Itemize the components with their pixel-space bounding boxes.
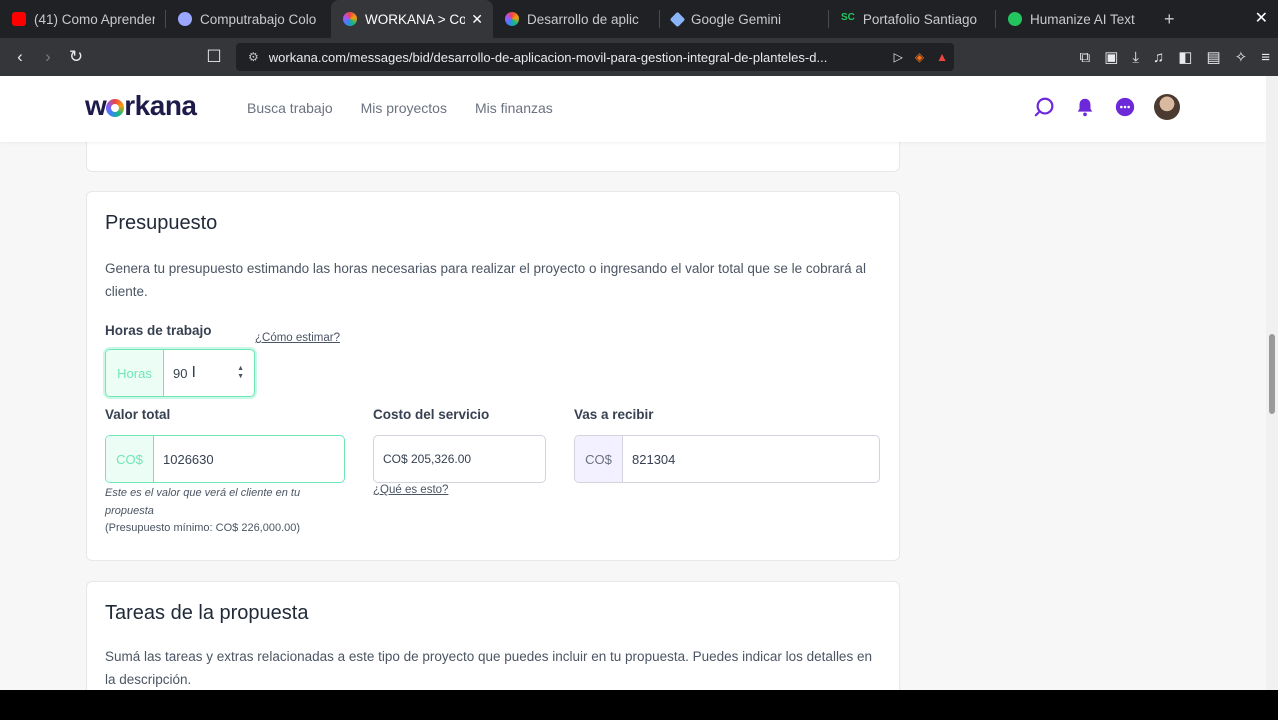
budget-card: Presupuesto Genera tu presupuesto estima… (86, 191, 900, 561)
search-icon[interactable] (1034, 96, 1056, 118)
back-arrow-icon[interactable]: ‹ (6, 47, 34, 67)
logo-ring-icon (106, 99, 125, 117)
browser-toolbar: ‹ › ↻ ☐ ⚙ workana.com/messages/bid/desar… (0, 38, 1278, 76)
notification-bell-icon[interactable] (1074, 96, 1096, 118)
receive-label: Vas a recibir (574, 407, 654, 422)
close-tab-icon[interactable]: ✕ (471, 11, 483, 28)
budget-description: Genera tu presupuesto estimando las hora… (105, 261, 866, 299)
browser-tab[interactable]: Google Gemini (660, 0, 828, 38)
sc-icon: SC (841, 12, 855, 23)
site-settings-icon[interactable]: ⚙ (248, 50, 259, 64)
total-value-field[interactable]: CO$ 1026630 (105, 435, 345, 483)
browser-tab-active[interactable]: WORKANA > Co ✕ (331, 0, 493, 38)
workana-logo[interactable]: w rkana (85, 90, 197, 122)
browser-tab[interactable]: (41) Como Aprender (0, 0, 165, 38)
play-icon[interactable]: ▷ (894, 50, 903, 64)
hours-value[interactable]: 90 (173, 366, 187, 381)
browser-tab[interactable]: Desarrollo de aplic (493, 0, 659, 38)
budget-title: Presupuesto (105, 212, 218, 234)
tasks-title: Tareas de la propuesta (105, 602, 309, 624)
total-note-text: Este es el valor que verá el cliente en … (105, 487, 301, 517)
text-cursor-icon: I (191, 364, 196, 381)
service-cost-field: CO$ 205,326.00 (373, 435, 546, 483)
tab-title: WORKANA > Co (365, 11, 466, 27)
tab-title: Portafolio Santiago (862, 11, 977, 27)
total-note: Este es el valor que verá el cliente en … (105, 484, 335, 520)
hours-prefix: Horas (106, 350, 164, 396)
stepper-down-icon[interactable]: ▼ (237, 373, 244, 381)
browser-tab[interactable]: SC Portafolio Santiago (829, 0, 995, 38)
sidebar-icon[interactable]: ◧ (1178, 48, 1192, 66)
toolbar-actions: ⧉ ▣ ⤓ ♫ ◧ ▤ ✧ ≡ (1079, 38, 1270, 76)
user-avatar[interactable] (1154, 94, 1180, 120)
computrabajo-icon (178, 12, 192, 26)
wallet-icon[interactable]: ▤ (1206, 48, 1220, 66)
bookmark-icon[interactable]: ☐ (200, 47, 228, 67)
hours-field[interactable]: Horas 90 I ▲ ▼ (105, 349, 255, 397)
browser-tab[interactable]: Humanize AI Text (996, 0, 1156, 38)
tasks-card: Tareas de la propuesta Sumá las tareas y… (86, 581, 900, 690)
service-cost-label: Costo del servicio (373, 407, 490, 422)
brave-shield-icon[interactable]: ◈ (915, 50, 924, 64)
page-scrollbar[interactable] (1266, 76, 1278, 690)
stepper-up-icon[interactable]: ▲ (237, 365, 244, 373)
browser-tab-bar: (41) Como Aprender Computrabajo Colo WOR… (0, 0, 1278, 38)
how-to-estimate-link[interactable]: ¿Cómo estimar? (255, 332, 340, 344)
tab-title: (41) Como Aprender (34, 11, 155, 27)
address-bar[interactable]: ⚙ workana.com/messages/bid/desarrollo-de… (236, 43, 954, 71)
site-header: w rkana Busca trabajo Mis proyectos Mis f… (0, 76, 1266, 142)
youtube-icon (12, 12, 26, 26)
chat-icon[interactable] (1114, 96, 1136, 118)
new-tab-icon[interactable]: + (1164, 9, 1175, 30)
service-cost-value: CO$ 205,326.00 (383, 452, 472, 466)
hours-label: Horas de trabajo (105, 323, 212, 338)
download-icon[interactable]: ⤓ (1132, 49, 1139, 66)
url-text[interactable]: workana.com/messages/bid/desarrollo-de-a… (269, 50, 888, 65)
forward-arrow-icon[interactable]: › (34, 47, 62, 67)
tasks-description: Sumá las tareas y extras relacionadas a … (105, 649, 872, 687)
humanize-icon (1008, 12, 1022, 26)
hours-stepper[interactable]: ▲ ▼ (237, 350, 254, 396)
web-page: Presupuesto Genera tu presupuesto estima… (0, 76, 1266, 690)
tab-title: Google Gemini (691, 11, 782, 27)
receive-field[interactable]: CO$ 821304 (574, 435, 880, 483)
header-icons (1034, 94, 1180, 120)
main-nav: Busca trabajo Mis proyectos Mis finanzas (247, 100, 553, 116)
leo-ai-icon[interactable]: ✧ (1235, 48, 1248, 66)
hours-input[interactable]: 90 I (164, 350, 237, 396)
reload-icon[interactable]: ↻ (62, 47, 90, 67)
window-close-icon[interactable]: ✕ (1255, 8, 1268, 28)
scrollbar-thumb[interactable] (1269, 334, 1275, 414)
extensions-icon[interactable]: ⧉ (1079, 49, 1090, 66)
tab-title: Computrabajo Colo (200, 11, 317, 27)
media-icon[interactable]: ♫ (1153, 49, 1164, 66)
minimum-budget-text: (Presupuesto mínimo: CO$ 226,000.00) (105, 522, 301, 534)
menu-icon[interactable]: ≡ (1261, 49, 1270, 66)
workana-icon (505, 12, 519, 26)
receive-value-input[interactable]: 821304 (623, 436, 879, 482)
browser-tab[interactable]: Computrabajo Colo (166, 0, 331, 38)
nav-my-projects[interactable]: Mis proyectos (361, 100, 447, 116)
brave-rewards-icon[interactable]: ▲ (936, 50, 948, 64)
total-label: Valor total (105, 407, 171, 422)
nav-find-work[interactable]: Busca trabajo (247, 100, 333, 116)
what-is-this-link[interactable]: ¿Qué es esto? (373, 484, 448, 496)
screenshot-icon[interactable]: ▣ (1104, 48, 1118, 66)
tab-title: Desarrollo de aplic (527, 11, 639, 27)
tab-title: Humanize AI Text (1030, 11, 1135, 27)
receive-prefix: CO$ (575, 436, 623, 482)
bottom-black-bar (0, 690, 1278, 720)
total-value-input[interactable]: 1026630 (154, 436, 344, 482)
nav-my-finances[interactable]: Mis finanzas (475, 100, 553, 116)
workana-icon (343, 12, 357, 26)
gemini-icon (669, 11, 686, 27)
total-prefix: CO$ (106, 436, 154, 482)
